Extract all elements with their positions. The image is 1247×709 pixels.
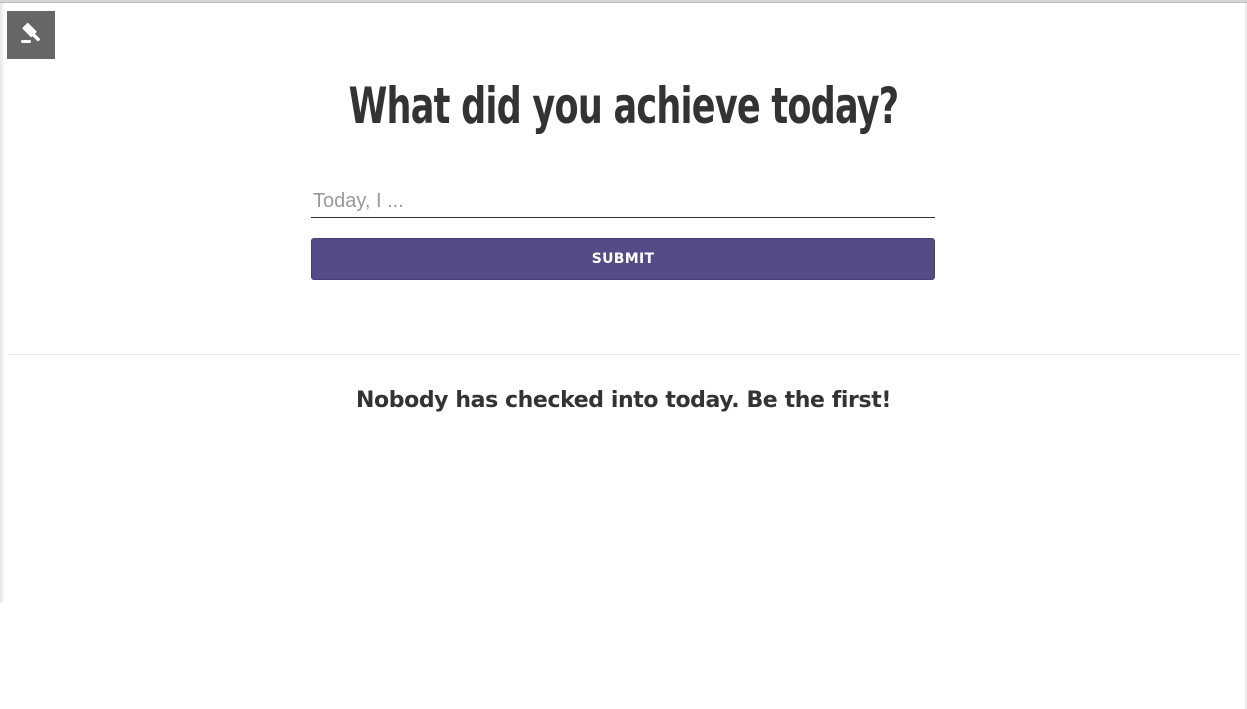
achievement-input[interactable] [311,185,935,218]
section-divider [8,354,1239,355]
top-border [0,0,1247,3]
gavel-icon [17,21,45,49]
submit-button[interactable]: SUBMIT [311,238,935,280]
gavel-button[interactable] [7,11,55,59]
page-title: What did you achieve today? [348,77,900,135]
left-edge-shadow [0,3,5,603]
achievement-form: SUBMIT [311,185,935,280]
page: What did you achieve today? SUBMIT Nobod… [0,0,1247,709]
empty-feed-message: Nobody has checked into today. Be the fi… [356,388,891,413]
